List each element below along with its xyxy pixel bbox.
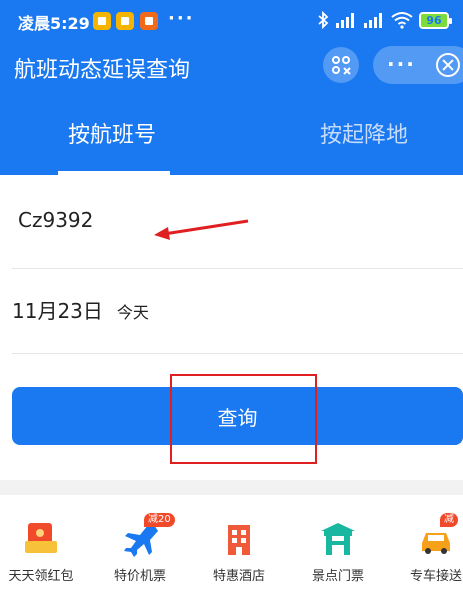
divider <box>12 353 463 354</box>
scan-icon <box>332 56 351 75</box>
signal-icon <box>364 13 382 28</box>
tab-by-departure-arrival[interactable]: 按起降地 <box>320 117 408 149</box>
service-label: 特惠酒店 <box>212 569 265 584</box>
discount-badge: 减20 <box>144 513 175 527</box>
service-label: 天天领红包 <box>8 569 74 584</box>
notification-icon <box>116 12 134 30</box>
service-cheap-flights[interactable]: 减20 特价机票 <box>97 513 183 584</box>
weibo-notification-icon <box>140 12 158 30</box>
service-red-packet[interactable]: 天天领红包 <box>0 519 84 584</box>
annotation-highlight-box <box>170 374 317 464</box>
service-car-transfer[interactable]: 减 专车接送 <box>393 513 463 584</box>
status-icons: 96 <box>317 11 452 29</box>
status-more-indicator: ··· <box>168 8 195 29</box>
more-menu-button[interactable]: ··· <box>387 52 416 76</box>
signal-hd-icon <box>336 13 354 28</box>
flight-number-input[interactable] <box>18 205 158 235</box>
bluetooth-icon <box>318 11 329 29</box>
mini-program-capsule: ··· <box>373 46 463 84</box>
hotel-icon <box>228 525 250 555</box>
red-packet-icon <box>25 523 57 553</box>
wifi-icon <box>391 12 413 29</box>
annotation-arrow <box>154 219 249 240</box>
services-strip: 天天领红包 减20 特价机票 特惠酒店 景点门票 减 专车接送 <box>0 495 463 616</box>
date-value: 11月23日 <box>12 299 103 323</box>
attraction-gate-icon <box>321 523 355 555</box>
service-label: 专车接送 <box>409 569 462 584</box>
status-bar: 凌晨5:29 ··· 96 <box>0 0 463 42</box>
tab-by-flight-number[interactable]: 按航班号 <box>68 117 156 149</box>
close-icon[interactable] <box>436 53 460 77</box>
notification-icon <box>93 12 111 30</box>
service-label: 特价机票 <box>113 569 166 584</box>
scan-button[interactable] <box>323 47 359 83</box>
date-hint: 今天 <box>116 303 149 322</box>
divider <box>12 268 463 269</box>
service-attraction-tickets[interactable]: 景点门票 <box>295 519 381 584</box>
service-label: 景点门票 <box>311 569 364 584</box>
status-time: 凌晨5:29 <box>18 14 90 33</box>
page-title: 航班动态延误查询 <box>14 58 191 83</box>
battery-icon: 96 <box>419 11 452 29</box>
discount-badge: 减 <box>440 513 458 527</box>
date-selector[interactable]: 11月23日 今天 <box>12 295 149 324</box>
service-hotel[interactable]: 特惠酒店 <box>196 519 282 584</box>
